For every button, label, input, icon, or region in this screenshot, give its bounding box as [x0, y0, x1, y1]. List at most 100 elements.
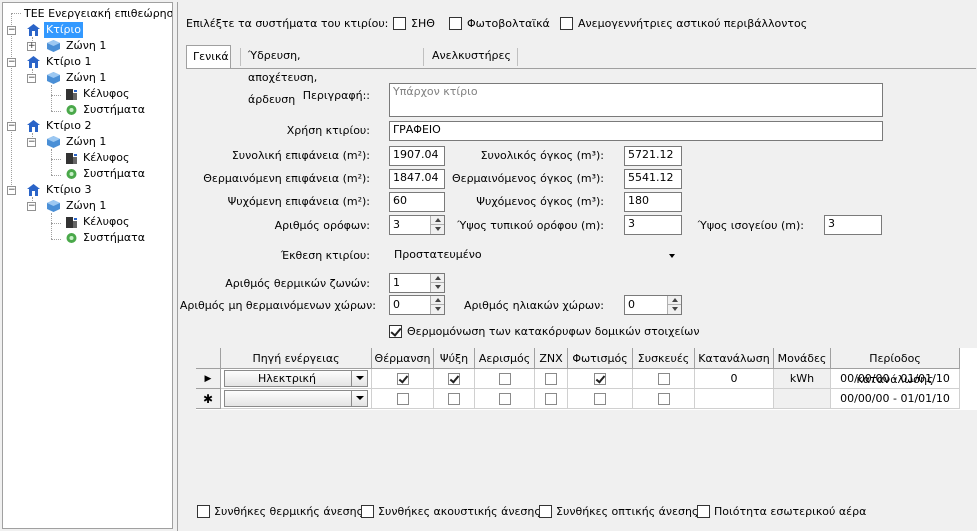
tree-node-building[interactable]: − Κτίριο: [5, 22, 165, 38]
appliances-checkbox[interactable]: [657, 373, 670, 385]
tree-node-zone[interactable]: − Ζώνη 1: [25, 198, 165, 214]
collapse-icon[interactable]: −: [27, 202, 36, 211]
tree-node-systems[interactable]: Συστήματα: [61, 230, 171, 246]
energy-source-select[interactable]: Ηλεκτρική: [224, 370, 368, 387]
tree-node-envelope[interactable]: Κέλυφος: [61, 86, 171, 102]
consumption-cell[interactable]: 0: [695, 369, 774, 389]
total-volume-field[interactable]: 5721.12: [624, 146, 682, 166]
column-header[interactable]: Πηγή ενέργειας: [221, 348, 372, 369]
chevron-down-icon: [669, 254, 675, 258]
tree-node-label: Κέλυφος: [83, 215, 130, 228]
visual-comfort-checkbox[interactable]: [539, 505, 552, 518]
new-row-marker[interactable]: ✱: [196, 389, 221, 409]
tree-node-building[interactable]: − Κτίριο 3: [5, 182, 165, 198]
use-field[interactable]: ΓΡΑΦΕΙΟ: [389, 121, 883, 141]
chp-checkbox[interactable]: [393, 17, 406, 30]
column-header[interactable]: Ψύξη: [434, 348, 475, 369]
tree-node-zone[interactable]: + Ζώνη 1: [25, 38, 165, 54]
expand-icon[interactable]: +: [27, 42, 36, 51]
thermal-zones-stepper[interactable]: 1: [389, 273, 445, 293]
project-tree[interactable]: ΤΕΕ Ενεργειακή επιθεώρηση − Κτίριο + Ζών…: [2, 2, 173, 529]
table-row[interactable]: [221, 389, 372, 409]
spin-up-icon[interactable]: [430, 296, 444, 305]
cooling-checkbox[interactable]: [448, 373, 460, 385]
solar-spaces-stepper[interactable]: 0: [624, 295, 682, 315]
spin-up-icon[interactable]: [430, 216, 444, 225]
cooled-area-label: Ψυχόμενη επιφάνεια (m²):: [227, 195, 370, 208]
floors-stepper[interactable]: 3: [389, 215, 445, 235]
indoor-air-quality-checkbox[interactable]: [697, 505, 710, 518]
floor-height-field[interactable]: 3: [624, 215, 682, 235]
heating-checkbox[interactable]: [396, 373, 409, 385]
exposure-select[interactable]: Προστατευμένο: [389, 245, 682, 266]
tab-water[interactable]: Ύδρευση, αποχέτευση, άρδευση: [242, 45, 323, 106]
ground-height-field[interactable]: 3: [824, 215, 882, 235]
envelope-icon: [66, 153, 77, 164]
column-header[interactable]: Θέρμανση: [372, 348, 434, 369]
description-field[interactable]: Υπάρχον κτίριο: [389, 83, 883, 117]
spin-down-icon[interactable]: [430, 225, 444, 234]
column-header[interactable]: Περίοδος κατανάλωσης: [831, 348, 960, 386]
ventilation-checkbox[interactable]: [498, 373, 511, 385]
cooled-area-field[interactable]: 60: [389, 192, 445, 212]
tree-node-envelope[interactable]: Κέλυφος: [61, 214, 171, 230]
spin-down-icon[interactable]: [667, 305, 681, 314]
solar-spaces-value: 0: [628, 298, 635, 311]
tree-node-zone[interactable]: − Ζώνη 1: [25, 70, 165, 86]
lighting-checkbox[interactable]: [594, 393, 606, 405]
ventilation-checkbox[interactable]: [498, 393, 511, 405]
acoustic-comfort-checkbox[interactable]: [361, 505, 374, 518]
collapse-icon[interactable]: −: [27, 74, 36, 83]
column-header[interactable]: ΖΝΧ: [535, 348, 568, 369]
thermal-comfort-checkbox[interactable]: [197, 505, 210, 518]
energy-source-select[interactable]: [224, 390, 368, 407]
collapse-icon[interactable]: −: [7, 58, 16, 67]
wind-turbines-checkbox[interactable]: [560, 17, 573, 30]
collapse-icon[interactable]: −: [27, 138, 36, 147]
insulation-checkbox[interactable]: [389, 325, 402, 338]
table-row[interactable]: Ηλεκτρική: [221, 369, 372, 389]
tree-node-building[interactable]: − Κτίριο 1: [5, 54, 165, 70]
tab-general[interactable]: Γενικά: [186, 45, 231, 69]
spin-down-icon[interactable]: [430, 305, 444, 314]
heating-checkbox[interactable]: [396, 393, 409, 405]
tree-node-building[interactable]: − Κτίριο 2: [5, 118, 165, 134]
tree-node-systems[interactable]: Συστήματα: [61, 166, 171, 182]
tree-node-envelope[interactable]: Κέλυφος: [61, 150, 171, 166]
column-header[interactable]: Κατανάλωση: [695, 348, 774, 369]
appliances-checkbox[interactable]: [657, 393, 670, 405]
column-header[interactable]: Συσκευές: [633, 348, 695, 369]
cooled-volume-field[interactable]: 180: [624, 192, 682, 212]
column-header[interactable]: Μονάδες: [774, 348, 831, 369]
column-header[interactable]: Φωτισμός: [568, 348, 633, 369]
lighting-checkbox[interactable]: [594, 373, 606, 385]
energy-source-grid[interactable]: Πηγή ενέργειας Θέρμανση Ψύξη Αερισμός ΖΝ…: [196, 348, 977, 410]
tree-root-label: ΤΕΕ Ενεργειακή επιθεώρηση: [24, 7, 173, 20]
tree-node-systems[interactable]: Συστήματα: [61, 102, 171, 118]
tree-line: [51, 213, 52, 239]
consumption-cell[interactable]: [695, 389, 774, 409]
dropdown-arrow-icon[interactable]: [351, 391, 367, 406]
collapse-icon[interactable]: −: [7, 26, 16, 35]
unheated-stepper[interactable]: 0: [389, 295, 445, 315]
dhw-checkbox[interactable]: [545, 393, 557, 405]
dropdown-arrow-icon[interactable]: [351, 371, 367, 386]
period-cell[interactable]: 00/00/00 - 01/01/10: [831, 389, 960, 409]
spin-up-icon[interactable]: [667, 296, 681, 305]
collapse-icon[interactable]: −: [7, 186, 16, 195]
tree-node-zone[interactable]: − Ζώνη 1: [25, 134, 165, 150]
tab-elevators[interactable]: Ανελκυστήρες: [426, 45, 517, 69]
spin-down-icon[interactable]: [430, 283, 444, 292]
tree-line: [51, 175, 61, 176]
collapse-icon[interactable]: −: [7, 122, 16, 131]
period-cell[interactable]: 00/00/00 - 01/01/10: [831, 369, 960, 389]
current-row-marker[interactable]: ▶: [196, 369, 221, 389]
photovoltaics-checkbox[interactable]: [449, 17, 462, 30]
dhw-checkbox[interactable]: [545, 373, 557, 385]
total-area-field[interactable]: 1907.04: [389, 146, 445, 166]
spin-up-icon[interactable]: [430, 274, 444, 283]
cooling-checkbox[interactable]: [448, 393, 460, 405]
heated-volume-field[interactable]: 5541.12: [624, 169, 682, 189]
tree-line: [11, 13, 12, 193]
column-header[interactable]: Αερισμός: [475, 348, 535, 369]
